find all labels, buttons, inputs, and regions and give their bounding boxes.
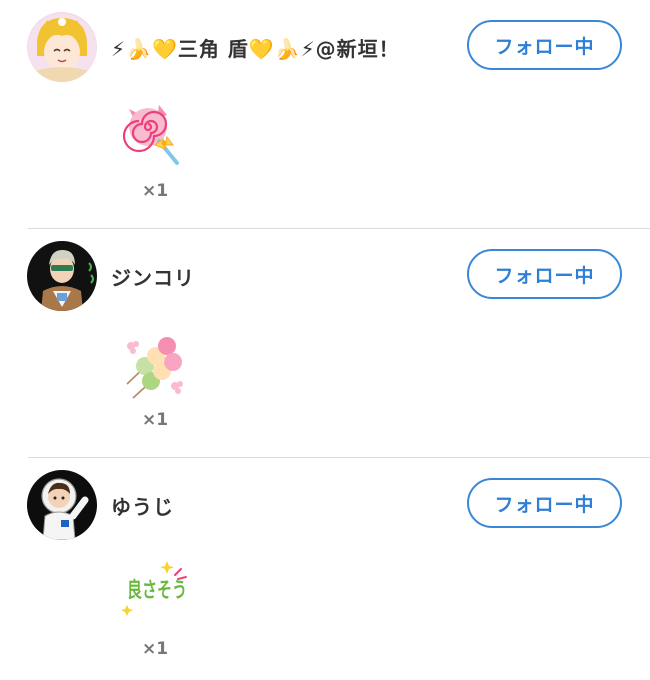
follow-button[interactable]: フォロー中 <box>467 478 622 528</box>
dango-icon <box>115 324 195 404</box>
avatar[interactable] <box>27 241 97 311</box>
stamp-count: ×1 <box>142 639 169 659</box>
stamp-count: ×1 <box>142 181 169 201</box>
user-name[interactable]: ⚡🍌💛三角 盾💛🍌⚡@新垣！ <box>111 33 400 62</box>
follow-button[interactable]: フォロー中 <box>467 20 622 70</box>
list-item: ジンコリ フォロー中 ×1 <box>0 229 650 458</box>
stamp-text: 良さそう <box>127 578 187 602</box>
user-name[interactable]: ゆうじ <box>111 491 174 520</box>
stamp-count: ×1 <box>142 410 169 430</box>
yosasou-stamp: 良さそう <box>115 553 195 633</box>
list-item: ⚡🍌💛三角 盾💛🍌⚡@新垣！ フォロー中 ×1 <box>0 0 650 229</box>
lollipop-icon <box>115 95 195 175</box>
follow-button[interactable]: フォロー中 <box>467 249 622 299</box>
user-name[interactable]: ジンコリ <box>111 262 195 291</box>
list-item: ゆうじ フォロー中 良さそう ×1 <box>0 458 650 680</box>
avatar[interactable] <box>27 12 97 82</box>
avatar[interactable] <box>27 470 97 540</box>
